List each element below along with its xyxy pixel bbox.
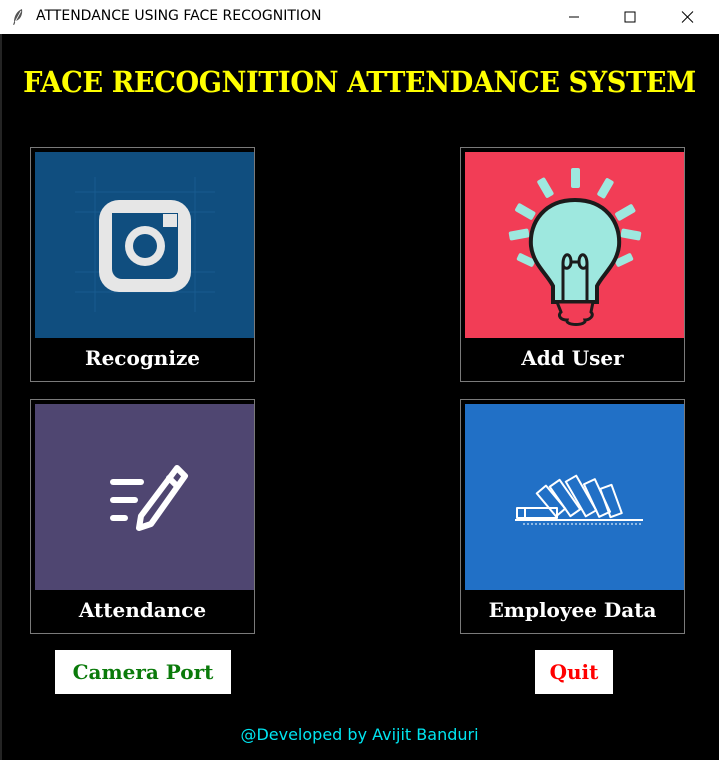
add-user-label: Add User xyxy=(521,346,624,370)
employee-data-label: Employee Data xyxy=(488,598,657,622)
recognize-button[interactable]: Recognize xyxy=(30,147,255,382)
attendance-button[interactable]: Attendance xyxy=(30,399,255,634)
window-border xyxy=(0,34,2,760)
close-button[interactable] xyxy=(665,0,711,34)
page-title: FACE RECOGNITION ATTENDANCE SYSTEM xyxy=(23,65,696,99)
recognize-label: Recognize xyxy=(84,346,201,370)
add-user-art xyxy=(465,152,684,338)
app-window: ATTENDANCE USING FACE RECOGNITION FACE R… xyxy=(0,0,719,760)
close-icon xyxy=(681,11,694,23)
lightbulb-icon xyxy=(508,168,642,326)
title-bar: ATTENDANCE USING FACE RECOGNITION xyxy=(0,0,719,34)
attendance-label: Attendance xyxy=(78,598,207,622)
folders-icon xyxy=(515,474,643,525)
maximize-icon xyxy=(624,11,636,23)
feather-icon xyxy=(13,9,23,25)
quit-button[interactable]: Quit xyxy=(535,650,613,694)
employee-data-button[interactable]: Employee Data xyxy=(460,399,685,634)
employee-data-art xyxy=(465,404,684,590)
add-user-button[interactable]: Add User xyxy=(460,147,685,382)
maximize-button[interactable] xyxy=(608,0,654,34)
camera-icon xyxy=(75,177,215,312)
window-title: ATTENDANCE USING FACE RECOGNITION xyxy=(36,8,322,24)
attendance-art xyxy=(35,404,254,590)
camera-port-button[interactable]: Camera Port xyxy=(55,650,231,694)
minimize-button[interactable] xyxy=(552,0,598,34)
developer-credit: @Developed by Avijit Banduri xyxy=(240,725,479,744)
recognize-art xyxy=(35,152,254,338)
edit-list-icon xyxy=(110,465,188,531)
minimize-icon xyxy=(569,16,579,18)
